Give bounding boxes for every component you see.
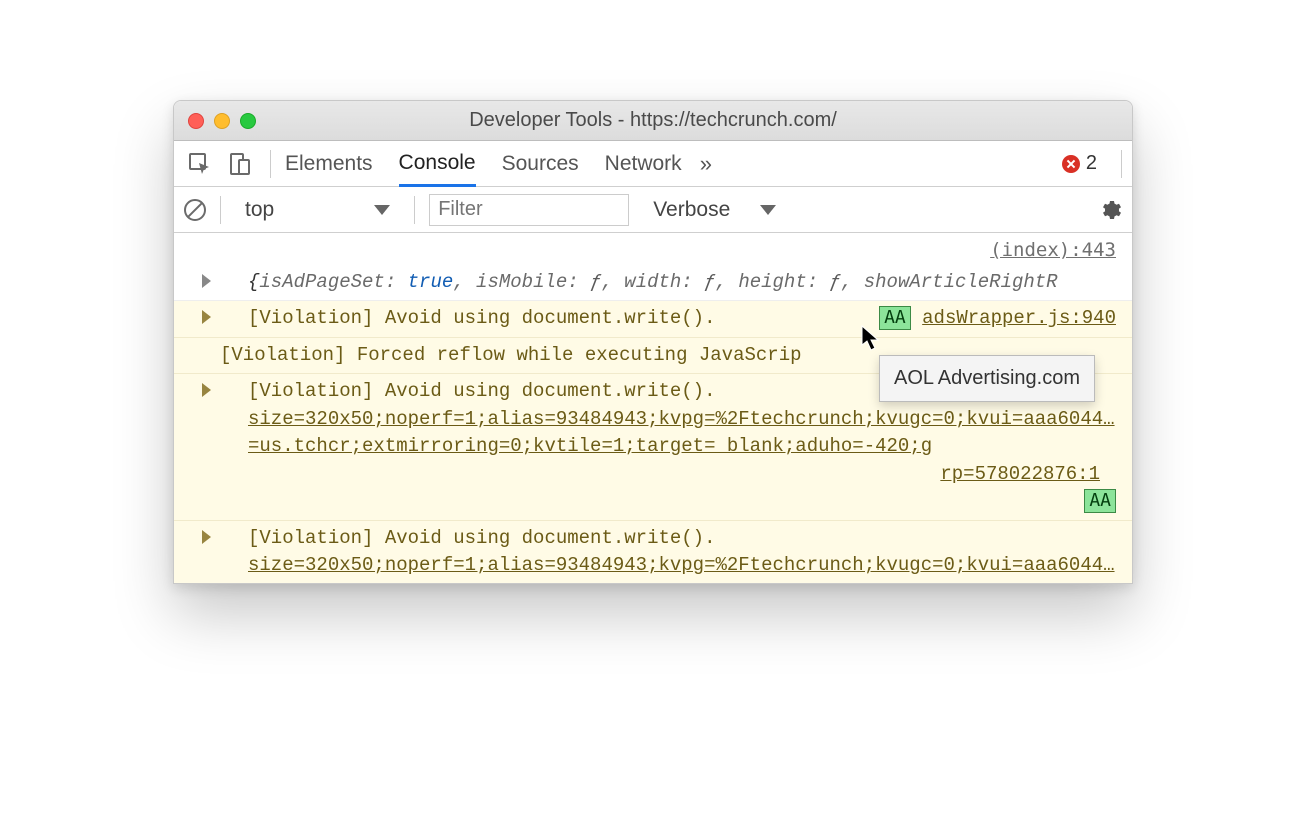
- maximize-window-button[interactable]: [240, 113, 256, 129]
- console-output: (index):443 {isAdPageSet: true, isMobile…: [174, 233, 1132, 583]
- source-link[interactable]: (index):443: [174, 233, 1132, 265]
- warning-text: [Violation] Forced reflow while executin…: [220, 344, 802, 366]
- filterbar-divider: [220, 196, 221, 224]
- expand-triangle-icon[interactable]: [202, 310, 211, 324]
- toolbar-divider: [270, 150, 271, 178]
- traffic-lights: [188, 113, 256, 129]
- warning-text: [Violation] Avoid using document.write()…: [202, 307, 715, 329]
- chevron-down-icon: [760, 205, 776, 215]
- error-icon: [1062, 155, 1080, 173]
- context-value: top: [245, 198, 274, 222]
- badge-tooltip: AOL Advertising.com: [879, 355, 1095, 402]
- titlebar: Developer Tools - https://techcrunch.com…: [174, 101, 1132, 141]
- devtools-tabs: Elements Console Sources Network: [285, 141, 682, 186]
- tab-sources[interactable]: Sources: [502, 141, 579, 186]
- toolbar-divider: [1121, 150, 1122, 178]
- error-count-value: 2: [1086, 152, 1097, 175]
- device-toolbar-icon[interactable]: [224, 148, 256, 180]
- warning-text: [Violation] Avoid using document.write()…: [202, 527, 715, 549]
- clear-console-icon[interactable]: [184, 199, 206, 221]
- console-object-row[interactable]: {isAdPageSet: true, isMobile: ƒ, width: …: [174, 265, 1132, 302]
- filterbar-divider: [414, 196, 415, 224]
- thirdparty-badge[interactable]: AA: [879, 306, 911, 330]
- devtools-window: Developer Tools - https://techcrunch.com…: [173, 100, 1133, 584]
- console-filterbar: top Verbose: [174, 187, 1132, 233]
- tab-network[interactable]: Network: [605, 141, 682, 186]
- source-link[interactable]: rp=578022876:1: [202, 461, 1116, 489]
- console-warning-row[interactable]: AA adsWrapper.js:940 [Violation] Avoid u…: [174, 301, 1132, 338]
- more-tabs-button[interactable]: »: [700, 151, 712, 177]
- filter-input[interactable]: [429, 194, 629, 226]
- devtools-tabbar: Elements Console Sources Network » 2: [174, 141, 1132, 187]
- console-warning-row[interactable]: [Violation] Avoid using document.write()…: [174, 521, 1132, 583]
- expand-triangle-icon[interactable]: [202, 530, 211, 544]
- source-link[interactable]: adsWrapper.js:940: [922, 307, 1116, 329]
- tab-console[interactable]: Console: [399, 142, 476, 187]
- window-title: Developer Tools - https://techcrunch.com…: [174, 109, 1132, 132]
- thirdparty-badge[interactable]: AA: [1084, 489, 1116, 513]
- close-window-button[interactable]: [188, 113, 204, 129]
- tab-elements[interactable]: Elements: [285, 141, 373, 186]
- error-count[interactable]: 2: [1062, 152, 1105, 175]
- log-level-selector[interactable]: Verbose: [643, 198, 776, 222]
- warning-text: [Violation] Avoid using document.write()…: [202, 380, 715, 402]
- source-link[interactable]: size=320x50;noperf=1;alias=93484943;kvpg…: [202, 406, 1116, 461]
- source-link[interactable]: size=320x50;noperf=1;alias=93484943;kvpg…: [202, 552, 1116, 583]
- settings-icon[interactable]: [1098, 198, 1122, 222]
- inspect-element-icon[interactable]: [184, 148, 216, 180]
- expand-triangle-icon[interactable]: [202, 274, 211, 288]
- chevron-down-icon: [374, 205, 390, 215]
- expand-triangle-icon[interactable]: [202, 383, 211, 397]
- context-selector[interactable]: top: [235, 194, 400, 226]
- log-level-value: Verbose: [653, 198, 730, 222]
- minimize-window-button[interactable]: [214, 113, 230, 129]
